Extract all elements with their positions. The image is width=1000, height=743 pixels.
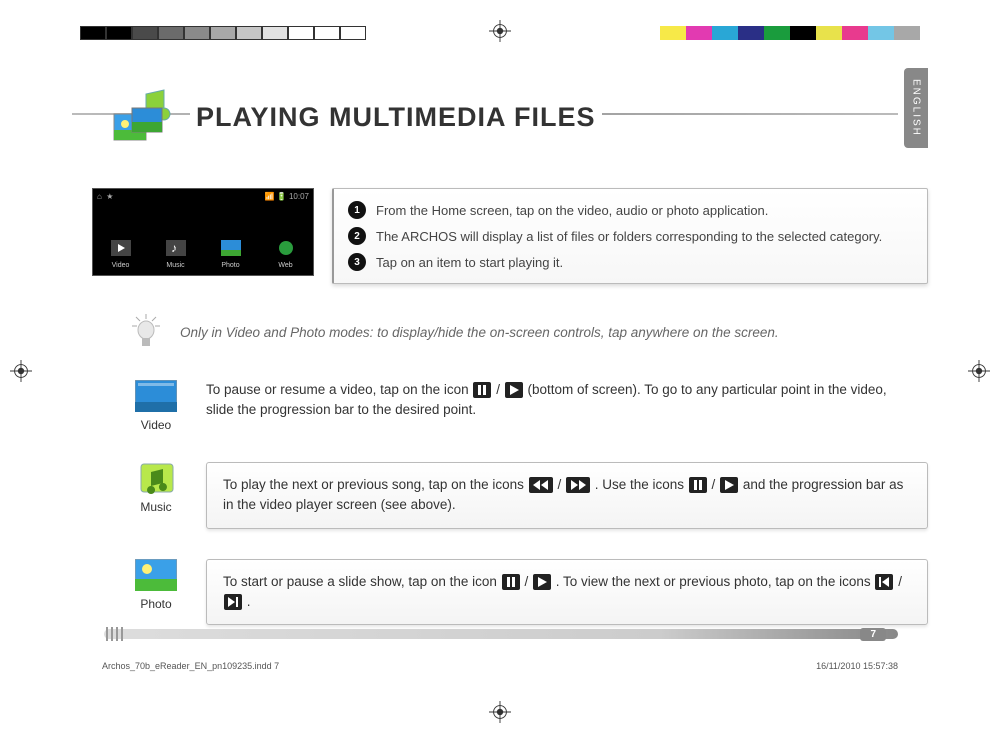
registration-mark-icon <box>968 360 990 382</box>
video-description: To pause or resume a video, tap on the i… <box>206 380 928 421</box>
photo-label: Photo <box>132 597 180 611</box>
thumb-app-music: Music <box>166 262 184 269</box>
play-icon <box>505 382 523 398</box>
music-label: Music <box>132 500 180 514</box>
tip-text: Only in Video and Photo modes: to displa… <box>180 325 779 340</box>
thumb-app-video: Video <box>112 262 130 269</box>
registration-mark-icon <box>489 701 511 723</box>
video-icon <box>135 380 177 412</box>
pause-icon <box>689 477 707 493</box>
step-number: 2 <box>348 227 366 245</box>
photo-icon <box>135 559 177 591</box>
step-number: 1 <box>348 201 366 219</box>
page-number: 7 <box>860 628 886 641</box>
lightbulb-icon <box>132 314 160 350</box>
home-screen-thumbnail: ⌂ ★ 📶 🔋 10:07 Video ♪Music Photo Web <box>92 188 314 276</box>
step-text: From the Home screen, tap on the video, … <box>376 203 768 218</box>
print-colorbar-color <box>660 26 920 40</box>
svg-text:♪: ♪ <box>171 241 177 255</box>
thumb-app-web: Web <box>278 262 292 269</box>
previous-icon <box>529 477 553 493</box>
step-text: Tap on an item to start playing it. <box>376 255 563 270</box>
play-icon <box>720 477 738 493</box>
footer-rule <box>104 629 898 639</box>
previous-single-icon <box>875 574 893 590</box>
step-number: 3 <box>348 253 366 271</box>
steps-box: 1 From the Home screen, tap on the video,… <box>332 188 928 284</box>
photo-description: To start or pause a slide show, tap on t… <box>206 559 928 626</box>
next-icon <box>566 477 590 493</box>
screenshot-time: 10:07 <box>289 192 309 201</box>
next-single-icon <box>224 594 242 610</box>
print-colorbar-greyscale <box>80 26 366 40</box>
video-label: Video <box>132 418 180 432</box>
pause-icon <box>502 574 520 590</box>
thumb-app-photo: Photo <box>221 262 239 269</box>
music-description: To play the next or previous song, tap o… <box>206 462 928 529</box>
footer-timestamp: 16/11/2010 15:57:38 <box>816 661 898 671</box>
play-icon <box>533 574 551 590</box>
page-title: PLAYING MULTIMEDIA FILES <box>190 102 602 133</box>
multimedia-icon <box>112 86 174 148</box>
registration-mark-icon <box>489 20 511 42</box>
footer-file: Archos_70b_eReader_EN_pn109235.indd 7 <box>102 661 279 671</box>
language-tab: ENGLISH <box>904 68 928 148</box>
pause-icon <box>473 382 491 398</box>
music-icon <box>135 462 177 494</box>
registration-mark-icon <box>10 360 32 382</box>
step-text: The ARCHOS will display a list of files … <box>376 229 882 244</box>
